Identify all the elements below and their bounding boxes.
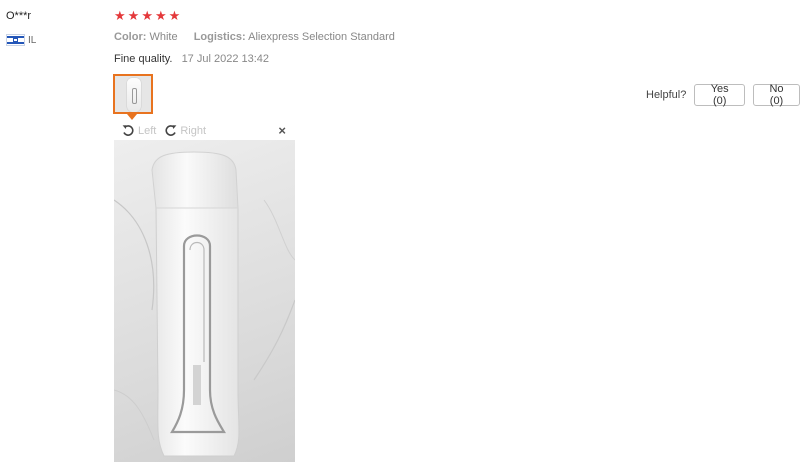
logistics-label: Logistics: [193,31,246,43]
logistics-value: Aliexpress Selection Standard [248,31,395,43]
rotate-left-icon [122,125,134,136]
star-icon: ★ [154,8,167,23]
helpful-label: Helpful? [646,89,687,101]
rotate-left-label: Left [138,124,157,137]
color-value: White [149,31,178,43]
rating-stars: ★ ★ ★ ★ ★ [114,9,180,22]
reviewer-country: IL [6,33,36,47]
thumbnail-caret [127,114,137,120]
star-icon: ★ [168,8,181,23]
helpful-vote: Helpful? Yes (0) No (0) [646,83,800,107]
rotate-right-icon [165,125,177,136]
thumbnail-product-image [127,78,141,112]
rotate-right-label: Right [180,124,207,137]
review-body: Fine quality. 17 Jul 2022 13:42 [114,53,269,65]
review-text: Fine quality. [114,53,173,65]
star-icon: ★ [141,8,153,23]
review-meta: Color: White Logistics: Aliexpress Selec… [114,31,395,43]
star-icon: ★ [127,8,140,23]
review-photo-thumbnail[interactable] [113,74,153,114]
star-icon: ★ [114,8,126,23]
reviewer-name: O***r [6,10,32,22]
rotate-right-button[interactable]: Right [164,124,206,137]
color-label: Color: [114,31,147,43]
review-photo-large [114,140,295,462]
soap-dispenser-photo [114,151,295,457]
close-viewer-button[interactable]: × [278,123,286,138]
country-code: IL [28,34,37,46]
helpful-yes-button[interactable]: Yes (0) [694,83,746,107]
photo-viewer-toolbar: Left Right × [114,122,296,139]
helpful-no-button[interactable]: No (0) [753,83,800,107]
israel-flag-icon [6,34,25,46]
review-date: 17 Jul 2022 13:42 [181,53,270,65]
rotate-left-button[interactable]: Left [122,124,156,137]
